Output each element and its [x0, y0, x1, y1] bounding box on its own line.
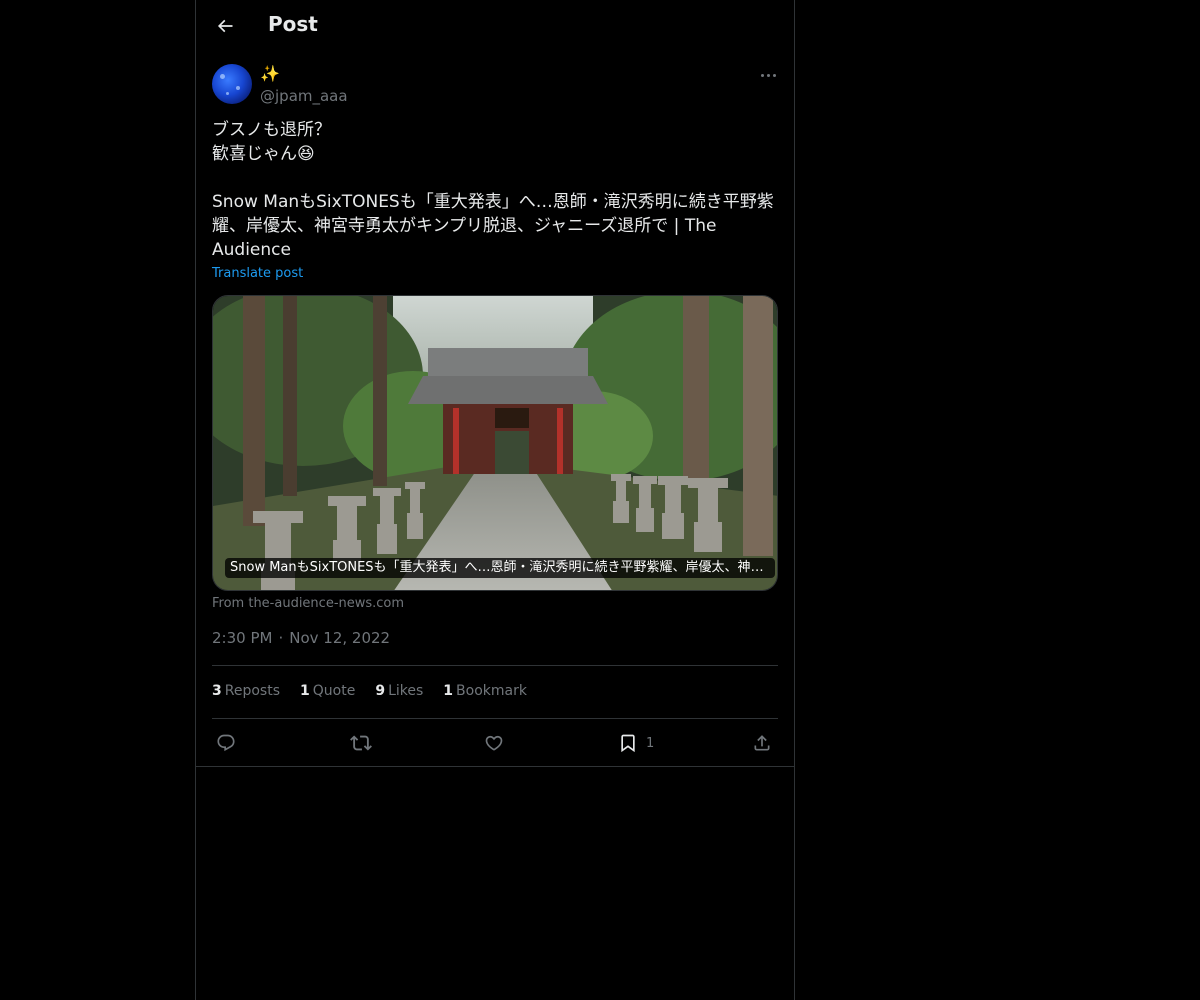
post-bottom-border — [196, 766, 794, 767]
tweet-text: ブスノも退所？ 歓喜じゃん😆 Snow ManもSixTONESも「重大発表」へ… — [212, 120, 774, 260]
engagement-stats: 3 Reposts 1 Quote 9 Likes 1 Bookmark — [212, 683, 547, 699]
share-icon — [754, 735, 770, 751]
link-card-title: Snow ManもSixTONESも「重大発表」へ…恩師・滝沢秀明に続き平野紫耀… — [225, 558, 775, 578]
link-card-source[interactable]: From the-audience-news.com — [212, 596, 404, 611]
post-time: 2:30 PM — [212, 629, 273, 647]
share-button[interactable] — [752, 731, 772, 755]
quotes-stat[interactable]: 1 Quote — [300, 683, 355, 699]
page-header: Post — [196, 0, 794, 54]
arrow-left-icon — [217, 19, 233, 33]
link-card[interactable]: Snow ManもSixTONESも「重大発表」へ…恩師・滝沢秀明に続き平野紫耀… — [212, 295, 778, 591]
bookmark-icon — [621, 734, 635, 753]
author-handle[interactable]: @jpam_aaa — [260, 86, 348, 106]
reply-icon — [217, 734, 235, 752]
repost-button[interactable] — [350, 731, 372, 755]
back-button[interactable] — [208, 9, 242, 43]
bookmark-count: 1 — [646, 735, 655, 751]
more-horizontal-icon — [760, 73, 764, 77]
more-options-button[interactable] — [756, 64, 780, 86]
like-button[interactable] — [484, 731, 504, 755]
likes-stat[interactable]: 9 Likes — [375, 683, 423, 699]
author-display-name[interactable]: ✨ — [260, 64, 280, 84]
heart-icon — [485, 735, 503, 751]
action-bar: 1 — [212, 731, 778, 755]
bookmark-button[interactable]: 1 — [618, 731, 654, 755]
repost-icon — [350, 735, 372, 751]
avatar[interactable] — [212, 64, 252, 104]
post-timestamp[interactable]: 2:30 PM · Nov 12, 2022 — [212, 629, 390, 647]
reply-button[interactable] — [216, 731, 236, 755]
divider — [212, 665, 778, 666]
meta-separator: · — [278, 629, 284, 647]
bookmarks-stat[interactable]: 1 Bookmark — [443, 683, 527, 699]
post-detail-column: Post ✨ @jpam_aaa ブスノも退所？ 歓喜じゃん😆 Snow Man… — [195, 0, 795, 1000]
post-date: Nov 12, 2022 — [289, 629, 391, 647]
translate-post-link[interactable]: Translate post — [212, 266, 303, 281]
page-title: Post — [268, 12, 318, 36]
divider — [212, 718, 778, 719]
reposts-stat[interactable]: 3 Reposts — [212, 683, 280, 699]
card-image — [213, 296, 777, 590]
